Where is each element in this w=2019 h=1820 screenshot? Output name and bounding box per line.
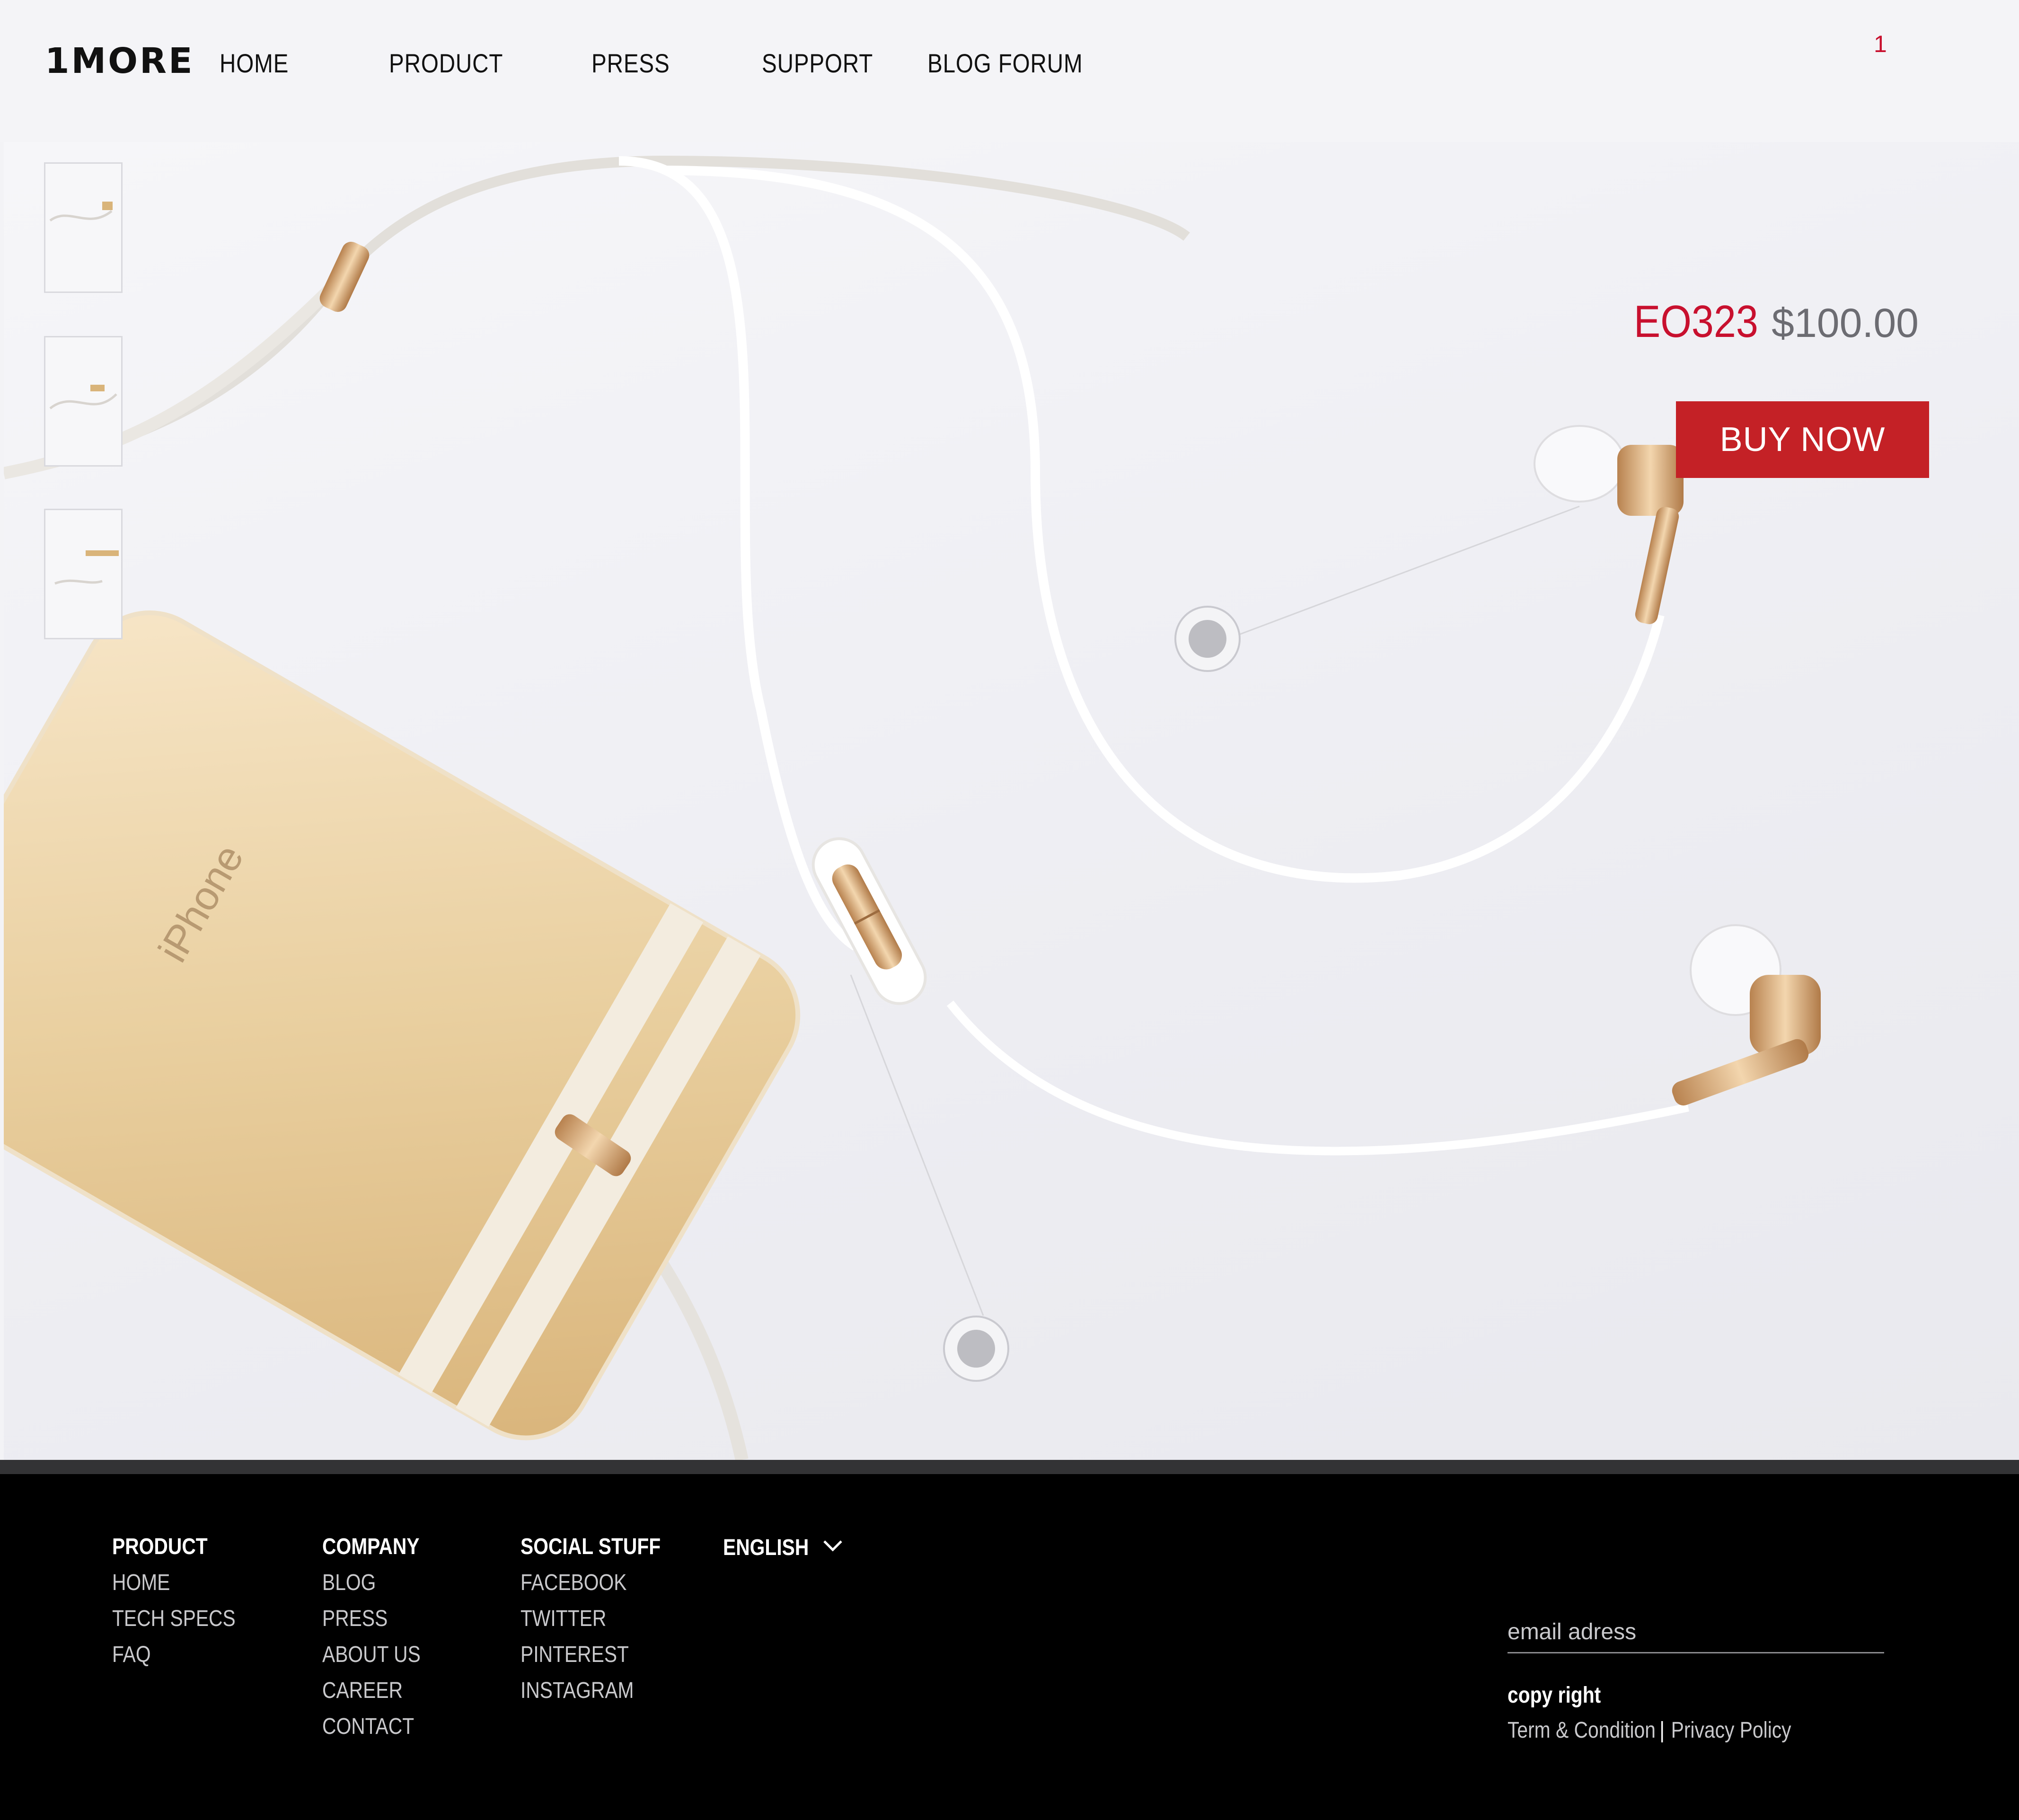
- nav-support[interactable]: SUPPORT: [762, 50, 873, 77]
- thumbnail-3[interactable]: [44, 509, 123, 639]
- nav-press[interactable]: PRESS: [591, 50, 670, 77]
- thumbnail-1[interactable]: [44, 162, 123, 293]
- legal-links: Term & Condition | Privacy Policy: [1508, 1719, 1791, 1742]
- footer-column-social: SOCIAL STUFF FACEBOOK TWITTER PINTEREST …: [520, 1536, 685, 1715]
- legal-separator: |: [1659, 1718, 1665, 1743]
- privacy-link[interactable]: Privacy Policy: [1671, 1718, 1791, 1743]
- footer-link-contact[interactable]: CONTACT: [322, 1715, 421, 1738]
- feature-hotspot-remote[interactable]: [943, 1316, 1009, 1382]
- site-header: 1MORE HOME PRODUCT PRESS SUPPORT BLOG FO…: [0, 0, 2019, 142]
- footer-heading: COMPANY: [322, 1534, 420, 1559]
- footer-link-instagram[interactable]: INSTAGRAM: [520, 1679, 661, 1702]
- site-footer: PRODUCT HOME TECH SPECS FAQ COMPANY BLOG…: [0, 1474, 2019, 1820]
- footer-heading: PRODUCT: [112, 1534, 208, 1559]
- chevron-down-icon: [823, 1540, 842, 1552]
- brand-logo[interactable]: 1MORE: [45, 44, 194, 79]
- cart-count-badge[interactable]: 1: [1874, 32, 1887, 56]
- language-label: ENGLISH: [723, 1535, 809, 1560]
- nav-product[interactable]: PRODUCT: [389, 50, 503, 77]
- product-price-row: EO323 $100.00: [1617, 299, 1919, 345]
- copyright-text: copy right: [1508, 1683, 1601, 1708]
- footer-divider: [0, 1460, 2019, 1474]
- footer-link-career[interactable]: CAREER: [322, 1679, 421, 1702]
- buy-now-button[interactable]: BUY NOW: [1676, 401, 1929, 478]
- email-field[interactable]: [1508, 1611, 1884, 1653]
- footer-link-home[interactable]: HOME: [112, 1572, 236, 1594]
- product-price: $100.00: [1772, 300, 1919, 346]
- footer-link-twitter[interactable]: TWITTER: [520, 1608, 661, 1630]
- language-selector[interactable]: ENGLISH: [723, 1535, 842, 1560]
- footer-column-product: PRODUCT HOME TECH SPECS FAQ: [112, 1536, 257, 1679]
- footer-link-faq[interactable]: FAQ: [112, 1643, 236, 1666]
- product-model: EO323: [1633, 296, 1758, 347]
- footer-link-about-us[interactable]: ABOUT US: [322, 1643, 421, 1666]
- nav-blog-forum[interactable]: BLOG FORUM: [927, 50, 1083, 77]
- footer-heading: SOCIAL STUFF: [520, 1534, 661, 1559]
- nav-home[interactable]: HOME: [220, 50, 289, 77]
- footer-column-company: COMPANY BLOG PRESS ABOUT US CAREER CONTA…: [322, 1536, 438, 1751]
- footer-link-pinterest[interactable]: PINTEREST: [520, 1643, 661, 1666]
- feature-hotspot-earbud[interactable]: [1174, 606, 1241, 672]
- thumbnail-2[interactable]: [44, 336, 123, 467]
- footer-link-press[interactable]: PRESS: [322, 1608, 421, 1630]
- footer-link-tech-specs[interactable]: TECH SPECS: [112, 1608, 236, 1630]
- footer-link-blog[interactable]: BLOG: [322, 1572, 421, 1594]
- footer-link-facebook[interactable]: FACEBOOK: [520, 1572, 661, 1594]
- terms-link[interactable]: Term & Condition: [1508, 1718, 1656, 1743]
